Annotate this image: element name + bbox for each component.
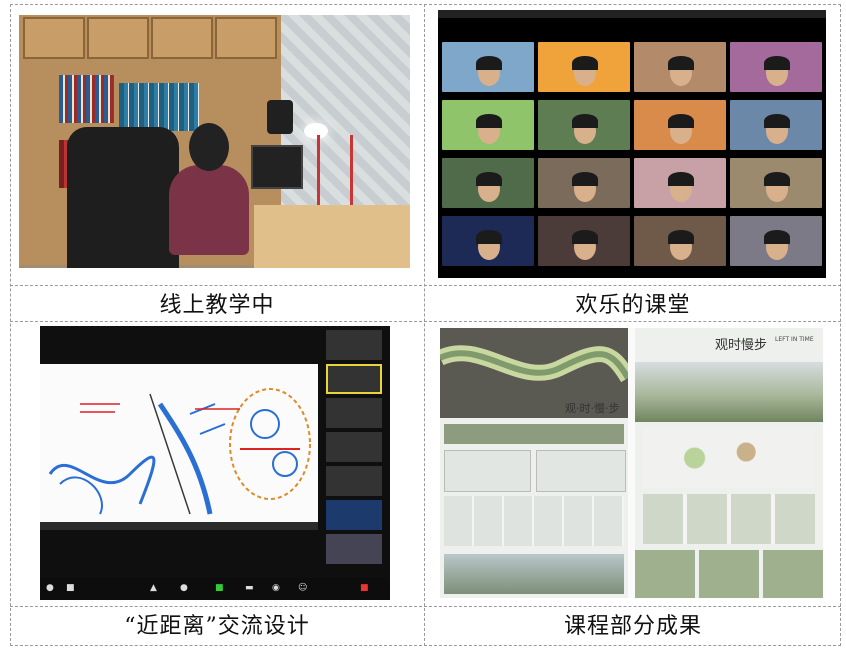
video-tile (442, 42, 534, 92)
video-tile (442, 216, 534, 266)
teaching-online-photo (19, 15, 410, 268)
participant-hair (764, 230, 790, 244)
poster-map-diagram (643, 428, 815, 488)
grid-divider-bottom (10, 606, 841, 607)
poster-section-strip (444, 424, 624, 444)
record-icon: ◉ (272, 583, 280, 593)
video-tile (442, 100, 534, 150)
grid-divider-top (10, 285, 841, 286)
participant-thumbnail (326, 466, 382, 496)
window-titlebar (438, 10, 826, 18)
caption-course-results: 课程部分成果 (563, 614, 702, 639)
screen-share-drawing-photo: ● ■ ▲ ● ■ ▬ ◉ ☺ ■ (40, 326, 390, 600)
sketch-drawing (48, 388, 311, 515)
video-tile (730, 216, 822, 266)
meeting-control-bar: ● ■ ▲ ● ■ ▬ ◉ ☺ ■ (40, 578, 390, 600)
participant-thumbnail (326, 500, 382, 530)
participant-hair (764, 172, 790, 186)
share-screen-icon: ■ (215, 583, 224, 593)
mute-icon: ● (46, 583, 54, 593)
video-icon: ■ (66, 583, 75, 593)
security-icon: ▲ (150, 583, 157, 593)
active-speaker-thumbnail (326, 364, 382, 394)
poster-render-strip (635, 550, 823, 598)
video-tile (442, 158, 534, 208)
books-row (59, 75, 114, 123)
participants-icon: ● (180, 583, 188, 593)
participant-hair (668, 114, 694, 128)
poster-perspective-render (635, 362, 823, 422)
poster-landscape-strip (444, 554, 624, 594)
poster-diagram (536, 450, 626, 492)
participant-hair (572, 230, 598, 244)
poster-diagram (444, 450, 531, 492)
participant-thumbnail (326, 398, 382, 428)
participant-hair (572, 56, 598, 70)
participant-thumbnail (326, 330, 382, 360)
poster-right: 观时慢步 LEFT IN TIME (635, 328, 823, 598)
participant-hair (476, 172, 502, 186)
books-row (119, 83, 199, 131)
chat-icon: ▬ (245, 583, 254, 593)
participant-hair (476, 114, 502, 128)
cabinet-door (151, 17, 213, 59)
participant-thumbnail (326, 432, 382, 462)
video-tile (730, 158, 822, 208)
cabinet-door (215, 17, 277, 59)
poster-subtitle-right: LEFT IN TIME (775, 336, 814, 343)
participant-hair (476, 56, 502, 70)
poster-diagram-row (444, 496, 624, 546)
video-tile (634, 100, 726, 150)
poster-title-left: 观·时·慢·步 (565, 402, 620, 415)
video-tile (634, 216, 726, 266)
teacher (169, 165, 249, 255)
video-tile (634, 158, 726, 208)
participant-hair (764, 114, 790, 128)
video-tile (730, 100, 822, 150)
cabinet-door (87, 17, 149, 59)
desk (254, 205, 410, 268)
video-tile (538, 42, 630, 92)
poster-title-right: 观时慢步 (715, 338, 768, 353)
participant-hair (572, 114, 598, 128)
end-meeting-icon: ■ (360, 583, 369, 593)
video-tile (538, 158, 630, 208)
video-tile (730, 42, 822, 92)
shared-sketch-board (40, 364, 318, 522)
participant-hair (668, 56, 694, 70)
participant-hair (668, 230, 694, 244)
teacher-head (189, 123, 229, 171)
grid-divider-middle (10, 321, 841, 322)
speaker (267, 100, 293, 134)
grid-divider-vertical (424, 4, 425, 646)
computer-monitor (251, 145, 303, 189)
caption-teaching-online: 线上教学中 (159, 293, 275, 318)
participant-hair (572, 172, 598, 186)
participant-hair (476, 230, 502, 244)
participant-hair (668, 172, 694, 186)
participant-thumbnail (326, 534, 382, 564)
poster-detail-row (643, 494, 815, 544)
caption-close-range-design: “近距离”交流设计 (124, 614, 310, 639)
poster-left: 观·时·慢·步 (440, 328, 628, 598)
design-posters-photo: 观·时·慢·步 观时慢步 LEFT IN TIME (440, 328, 823, 598)
reactions-icon: ☺ (298, 583, 308, 593)
video-call-gallery-photo (438, 10, 826, 278)
office-chair (67, 127, 179, 268)
video-tile (538, 100, 630, 150)
participant-hair (764, 56, 790, 70)
share-toolbar (40, 522, 318, 530)
caption-happy-classroom: 欢乐的课堂 (575, 293, 691, 318)
cabinet-door (23, 17, 85, 59)
video-tile (634, 42, 726, 92)
video-tile (538, 216, 630, 266)
